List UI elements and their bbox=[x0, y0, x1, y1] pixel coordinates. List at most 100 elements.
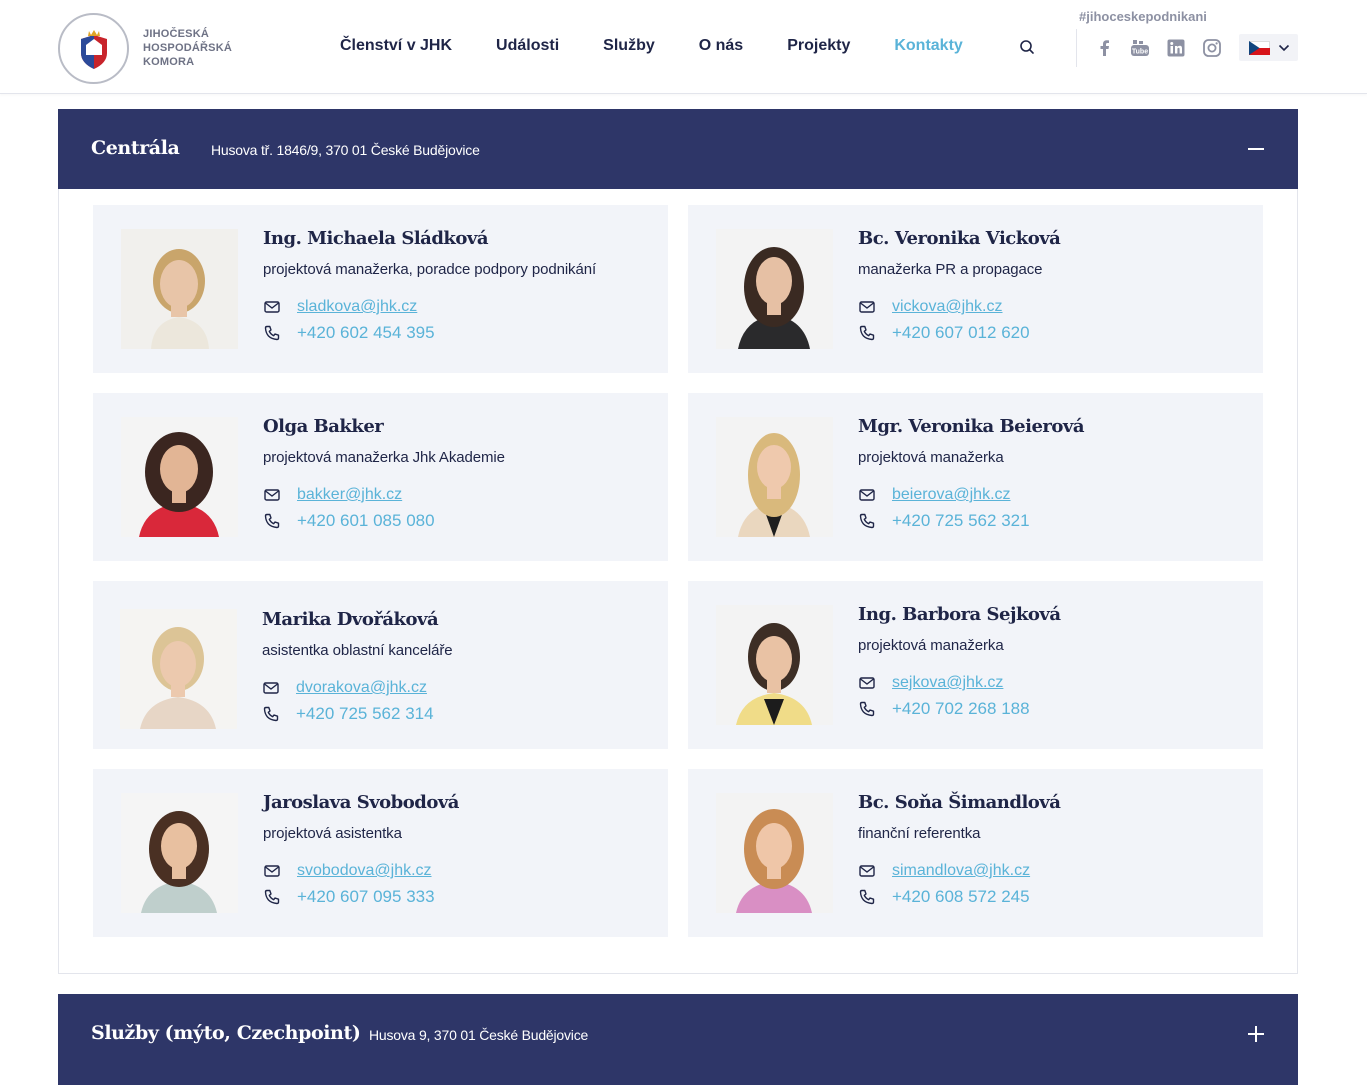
envelope-icon bbox=[263, 682, 279, 694]
contact-email-link[interactable]: sladkova@jhk.cz bbox=[297, 298, 417, 316]
contact-phone-link[interactable]: +420 725 562 314 bbox=[296, 704, 434, 724]
nav-item-about[interactable]: O nás bbox=[699, 37, 743, 55]
site-header: JIHOČESKÁ HOSPODÁŘSKÁ KOMORA Členství v … bbox=[0, 0, 1367, 94]
contact-phone-link[interactable]: +420 602 454 395 bbox=[297, 323, 435, 343]
envelope-icon bbox=[264, 865, 280, 877]
contact-phone-link[interactable]: +420 607 012 620 bbox=[892, 323, 1030, 343]
contact-photo bbox=[121, 793, 238, 913]
email-row: beierova@jhk.cz bbox=[858, 486, 1011, 504]
contact-card: Ing. Barbora Sejková projektová manažerk… bbox=[688, 581, 1263, 749]
logo-line: JIHOČESKÁ bbox=[143, 28, 209, 40]
contact-email-link[interactable]: dvorakova@jhk.cz bbox=[296, 679, 427, 697]
contact-phone-link[interactable]: +420 702 268 188 bbox=[892, 699, 1030, 719]
phone-row: +420 607 012 620 bbox=[858, 323, 1030, 343]
email-row: bakker@jhk.cz bbox=[263, 486, 402, 504]
nav-item-membership[interactable]: Členství v JHK bbox=[340, 37, 452, 55]
contact-photo bbox=[120, 609, 237, 729]
chevron-down-icon bbox=[1278, 44, 1290, 51]
contact-email-link[interactable]: vickova@jhk.cz bbox=[892, 298, 1003, 316]
contact-role: projektová manažerka bbox=[858, 637, 1004, 654]
accordion-header-central[interactable]: Centrála Husova tř. 1846/9, 370 01 České… bbox=[58, 109, 1298, 189]
phone-row: +420 702 268 188 bbox=[858, 699, 1030, 719]
contact-card: Mgr. Veronika Beierová projektová manaže… bbox=[688, 393, 1263, 561]
logo[interactable]: JIHOČESKÁ HOSPODÁŘSKÁ KOMORA bbox=[58, 12, 238, 84]
contact-role: finanční referentka bbox=[858, 825, 981, 842]
hashtag[interactable]: #jihoceskepodnikani bbox=[1079, 9, 1207, 24]
contact-photo bbox=[716, 793, 833, 913]
search-icon[interactable] bbox=[1018, 38, 1036, 56]
contact-name: Jaroslava Svobodová bbox=[263, 792, 459, 813]
section-address: Husova tř. 1846/9, 370 01 České Budějovi… bbox=[211, 142, 480, 158]
accordion-body-central: Ing. Michaela Sládková projektová manaže… bbox=[58, 189, 1298, 974]
nav-item-services[interactable]: Služby bbox=[603, 37, 655, 55]
contact-phone-link[interactable]: +420 608 572 245 bbox=[892, 887, 1030, 907]
phone-row: +420 608 572 245 bbox=[858, 887, 1030, 907]
phone-icon bbox=[859, 701, 875, 717]
logo-text: JIHOČESKÁ HOSPODÁŘSKÁ KOMORA bbox=[143, 27, 232, 69]
contact-name: Ing. Barbora Sejková bbox=[858, 604, 1061, 625]
contact-card: Jaroslava Svobodová projektová asistentk… bbox=[93, 769, 668, 937]
email-row: svobodova@jhk.cz bbox=[263, 862, 432, 880]
section-address: Husova 9, 370 01 České Budějovice bbox=[369, 1027, 589, 1043]
contact-role: asistentka oblastní kanceláře bbox=[262, 642, 453, 659]
phone-row: +420 601 085 080 bbox=[263, 511, 435, 531]
email-row: dvorakova@jhk.cz bbox=[262, 679, 427, 697]
header-divider bbox=[1076, 29, 1077, 67]
accordion-header-services[interactable]: Služby (mýto, Czechpoint) Husova 9, 370 … bbox=[58, 994, 1298, 1085]
youtube-icon[interactable]: Tube bbox=[1130, 38, 1150, 58]
phone-icon bbox=[264, 513, 280, 529]
contact-name: Ing. Michaela Sládková bbox=[263, 228, 489, 249]
contact-email-link[interactable]: bakker@jhk.cz bbox=[297, 486, 402, 504]
contact-role: projektová manažerka, poradce podpory po… bbox=[263, 261, 597, 278]
section-title: Služby (mýto, Czechpoint) bbox=[91, 1022, 361, 1044]
contact-phone-link[interactable]: +420 601 085 080 bbox=[297, 511, 435, 531]
contact-card: Bc. Soňa Šimandlová finanční referentka … bbox=[688, 769, 1263, 937]
contact-email-link[interactable]: beierova@jhk.cz bbox=[892, 486, 1011, 504]
phone-icon bbox=[859, 325, 875, 341]
linkedin-icon[interactable] bbox=[1166, 38, 1186, 58]
envelope-icon bbox=[859, 489, 875, 501]
svg-text:Tube: Tube bbox=[1132, 49, 1148, 56]
contact-email-link[interactable]: sejkova@jhk.cz bbox=[892, 674, 1003, 692]
nav-item-projects[interactable]: Projekty bbox=[787, 37, 850, 55]
contact-card: Bc. Veronika Vicková manažerka PR a prop… bbox=[688, 205, 1263, 373]
email-row: sejkova@jhk.cz bbox=[858, 674, 1003, 692]
contact-card: Marika Dvořáková asistentka oblastní kan… bbox=[93, 581, 668, 749]
email-row: vickova@jhk.cz bbox=[858, 298, 1003, 316]
phone-icon bbox=[264, 325, 280, 341]
contact-photo bbox=[716, 417, 833, 537]
logo-seal-icon bbox=[58, 12, 129, 84]
phone-icon bbox=[859, 889, 875, 905]
contact-name: Bc. Veronika Vicková bbox=[858, 228, 1061, 249]
logo-line: KOMORA bbox=[143, 56, 195, 68]
phone-icon bbox=[859, 513, 875, 529]
czech-flag-icon bbox=[1249, 40, 1270, 55]
phone-icon bbox=[264, 889, 280, 905]
contact-role: projektová manažerka bbox=[858, 449, 1004, 466]
phone-row: +420 602 454 395 bbox=[263, 323, 435, 343]
instagram-icon[interactable] bbox=[1202, 38, 1222, 58]
plus-icon[interactable] bbox=[1246, 1024, 1266, 1044]
contact-phone-link[interactable]: +420 607 095 333 bbox=[297, 887, 435, 907]
contact-role: manažerka PR a propagace bbox=[858, 261, 1043, 278]
contact-phone-link[interactable]: +420 725 562 321 bbox=[892, 511, 1030, 531]
email-row: sladkova@jhk.cz bbox=[263, 298, 417, 316]
contact-role: projektová manažerka Jhk Akademie bbox=[263, 449, 505, 466]
contact-email-link[interactable]: simandlova@jhk.cz bbox=[892, 862, 1030, 880]
envelope-icon bbox=[859, 865, 875, 877]
envelope-icon bbox=[264, 489, 280, 501]
contact-card: Olga Bakker projektová manažerka Jhk Aka… bbox=[93, 393, 668, 561]
minus-icon[interactable] bbox=[1246, 139, 1266, 159]
contact-name: Marika Dvořáková bbox=[262, 609, 439, 630]
facebook-icon[interactable] bbox=[1095, 38, 1115, 58]
phone-row: +420 607 095 333 bbox=[263, 887, 435, 907]
nav-item-events[interactable]: Události bbox=[496, 37, 559, 55]
contact-role: projektová asistentka bbox=[263, 825, 402, 842]
language-selector[interactable] bbox=[1239, 34, 1298, 61]
nav-item-contacts[interactable]: Kontakty bbox=[894, 37, 962, 55]
envelope-icon bbox=[859, 677, 875, 689]
contact-email-link[interactable]: svobodova@jhk.cz bbox=[297, 862, 432, 880]
envelope-icon bbox=[859, 301, 875, 313]
phone-row: +420 725 562 321 bbox=[858, 511, 1030, 531]
envelope-icon bbox=[264, 301, 280, 313]
